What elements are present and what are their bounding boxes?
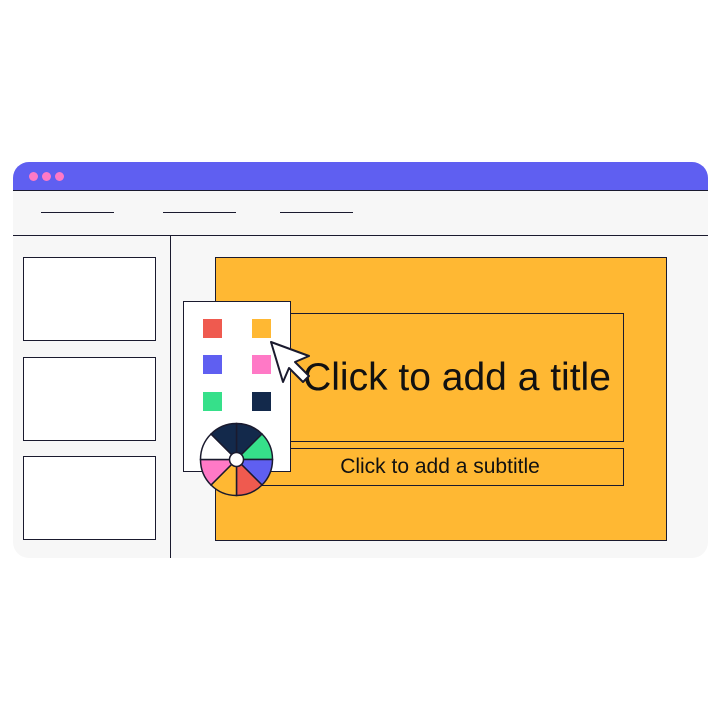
subtitle-placeholder-text: Click to add a subtitle [340, 455, 540, 478]
color-swatch-navy[interactable] [252, 392, 271, 411]
window-control-dot[interactable] [29, 172, 38, 181]
window-control-dot[interactable] [55, 172, 64, 181]
color-swatch-red[interactable] [203, 319, 222, 338]
slide-thumbnail-panel [13, 236, 171, 558]
window-control-dot[interactable] [42, 172, 51, 181]
color-swatch-green[interactable] [203, 392, 222, 411]
color-swatch-orange[interactable] [252, 319, 271, 338]
color-wheel-icon[interactable] [198, 421, 275, 498]
arrow-cursor-icon [270, 341, 310, 383]
slide-thumbnail[interactable] [23, 456, 156, 540]
slide-thumbnail[interactable] [23, 357, 156, 441]
menu-item-placeholder[interactable] [163, 212, 236, 213]
window-titlebar [13, 162, 708, 191]
menu-item-placeholder[interactable] [41, 212, 114, 213]
title-placeholder-text: Click to add a title [303, 356, 611, 399]
presentation-app-window: Click to add a title Click to add a subt… [13, 162, 708, 558]
subtitle-placeholder[interactable]: Click to add a subtitle [256, 448, 624, 486]
color-swatch-blue[interactable] [203, 355, 222, 374]
menu-item-placeholder[interactable] [280, 212, 353, 213]
slide-thumbnail[interactable] [23, 257, 156, 341]
title-placeholder[interactable]: Click to add a title [290, 313, 624, 442]
menu-bar [13, 191, 708, 236]
